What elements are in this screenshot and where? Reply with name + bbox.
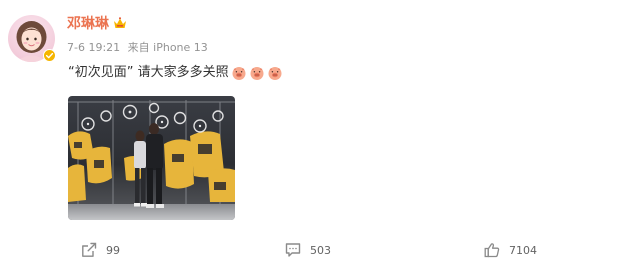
comment-icon — [285, 243, 301, 257]
forward-icon — [82, 242, 97, 257]
username[interactable]: 邓琳琳 — [67, 15, 109, 33]
forward-count: 99 — [106, 243, 120, 257]
vip-crown-icon[interactable] — [112, 15, 128, 31]
like-button[interactable]: 7104 — [483, 240, 537, 260]
forward-button[interactable]: 99 — [80, 240, 120, 260]
thumbs-up-icon — [484, 243, 500, 258]
verified-badge-icon — [43, 49, 56, 62]
post-photo[interactable] — [68, 96, 235, 220]
post-text: “初次见面” 请大家多多关照 — [68, 63, 283, 83]
post-meta: 7-6 19:21 来自 iPhone 13 — [67, 41, 212, 55]
comment-button[interactable]: 503 — [284, 240, 331, 260]
like-count: 7104 — [509, 243, 537, 257]
pig-emoji-icon — [232, 67, 246, 80]
comment-count: 503 — [310, 243, 331, 257]
post-source: 来自 iPhone 13 — [127, 41, 208, 54]
post-time[interactable]: 7-6 19:21 — [67, 41, 120, 54]
post-text-content: “初次见面” 请大家多多关照 — [68, 65, 229, 80]
pig-emoji-icon — [250, 67, 264, 80]
pig-emoji-icon — [268, 67, 282, 80]
